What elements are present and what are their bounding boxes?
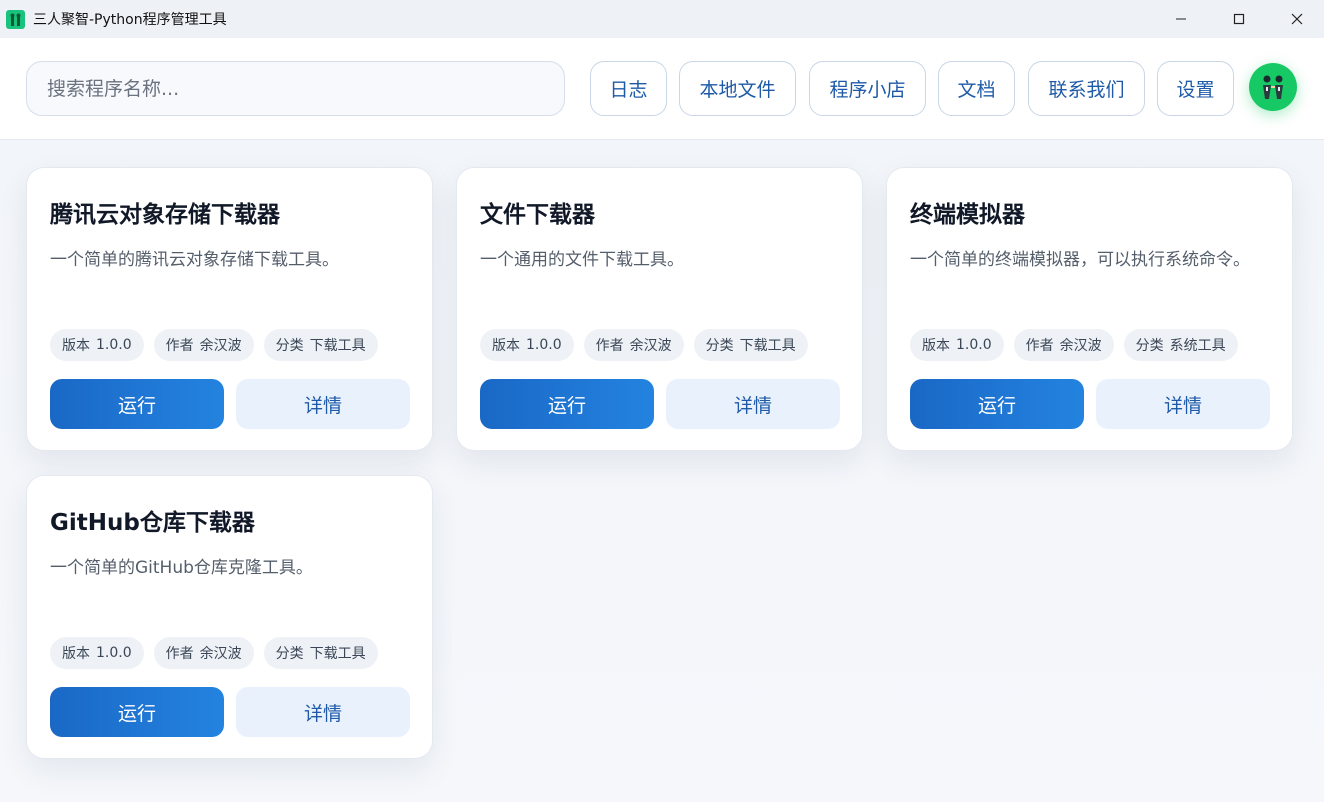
version-tag: 版本 1.0.0 bbox=[910, 329, 1004, 361]
user-avatar[interactable] bbox=[1249, 63, 1297, 111]
search-input[interactable] bbox=[26, 61, 565, 116]
details-button[interactable]: 详情 bbox=[236, 379, 410, 429]
category-tag: 分类 下载工具 bbox=[263, 637, 378, 669]
card-description: 一个通用的文件下载工具。 bbox=[480, 250, 684, 270]
program-grid: 腾讯云对象存储下载器 一个简单的腾讯云对象存储下载工具。 版本 1.0.0 作者余… bbox=[0, 140, 1324, 802]
card-title: GitHub仓库下载器 bbox=[50, 510, 255, 536]
category-tag: 分类 下载工具 bbox=[693, 329, 808, 361]
author-tag: 作者 余汉波 bbox=[1013, 329, 1114, 361]
run-button[interactable]: 运行 bbox=[910, 379, 1084, 429]
details-button[interactable]: 详情 bbox=[236, 687, 410, 737]
version-tag: 版本 1.0.0 bbox=[50, 637, 144, 669]
card-description: 一个简单的GitHub仓库克隆工具。 bbox=[50, 558, 313, 578]
card-description: 一个简单的腾讯云对象存储下载工具。 bbox=[50, 250, 339, 270]
details-button[interactable]: 详情 bbox=[666, 379, 840, 429]
card-title: 腾讯云对象存储下载器 bbox=[50, 202, 280, 228]
author-tag: 作者 余汉波 bbox=[153, 329, 254, 361]
program-card: 腾讯云对象存储下载器 一个简单的腾讯云对象存储下载工具。 版本 1.0.0 作者余… bbox=[26, 167, 433, 451]
close-icon bbox=[1291, 13, 1303, 25]
contact-us-button[interactable]: 联系我们 bbox=[1028, 61, 1145, 116]
minimize-icon bbox=[1176, 18, 1186, 20]
card-tags: 版本 1.0.0 作者 余汉波 分类 下载工具 bbox=[50, 637, 378, 669]
minimize-button[interactable] bbox=[1152, 0, 1210, 38]
top-toolbar: 日志 本地文件 程序小店 文档 联系我们 设置 bbox=[0, 38, 1324, 140]
run-button[interactable]: 运行 bbox=[480, 379, 654, 429]
version-tag: 版本 1.0.0 bbox=[50, 329, 144, 361]
window-title: 三人聚智-Python程序管理工具 bbox=[33, 12, 227, 28]
card-description: 一个简单的终端模拟器，可以执行系统命令。 bbox=[910, 250, 1250, 270]
program-card: GitHub仓库下载器 一个简单的GitHub仓库克隆工具。 版本 1.0.0 作… bbox=[26, 475, 433, 759]
program-store-button[interactable]: 程序小店 bbox=[809, 61, 926, 116]
version-tag: 版本 1.0.0 bbox=[480, 329, 574, 361]
run-button[interactable]: 运行 bbox=[50, 379, 224, 429]
window-titlebar: 三人聚智-Python程序管理工具 bbox=[0, 0, 1324, 38]
author-tag: 作者 余汉波 bbox=[583, 329, 684, 361]
card-tags: 版本 1.0.0 作者 余汉波 分类 系统工具 bbox=[910, 329, 1238, 361]
user-avatar-icon bbox=[1263, 75, 1283, 99]
settings-button[interactable]: 设置 bbox=[1157, 61, 1234, 116]
maximize-icon bbox=[1233, 13, 1245, 25]
close-button[interactable] bbox=[1268, 0, 1324, 38]
program-card: 终端模拟器 一个简单的终端模拟器，可以执行系统命令。 版本 1.0.0 作者 余汉波… bbox=[886, 167, 1293, 451]
log-button[interactable]: 日志 bbox=[590, 61, 667, 116]
local-files-button[interactable]: 本地文件 bbox=[679, 61, 796, 116]
category-tag: 分类 下载工具 bbox=[263, 329, 378, 361]
card-tags: 版本 1.0.0 作者 余汉波 分类 下载工具 bbox=[480, 329, 808, 361]
card-tags: 版本 1.0.0 作者 余汉波 分类 下载工具 bbox=[50, 329, 378, 361]
card-title: 文件下载器 bbox=[480, 202, 595, 228]
category-tag: 分类 系统工具 bbox=[1123, 329, 1238, 361]
details-button[interactable]: 详情 bbox=[1096, 379, 1270, 429]
program-card: 文件下载器 一个通用的文件下载工具。 版本 1.0.0 作者 余汉波 分类 下载工具 … bbox=[456, 167, 863, 451]
card-title: 终端模拟器 bbox=[910, 202, 1025, 228]
author-tag: 作者 余汉波 bbox=[153, 637, 254, 669]
app-logo-icon bbox=[6, 10, 25, 29]
docs-button[interactable]: 文档 bbox=[938, 61, 1015, 116]
maximize-button[interactable] bbox=[1210, 0, 1268, 38]
run-button[interactable]: 运行 bbox=[50, 687, 224, 737]
